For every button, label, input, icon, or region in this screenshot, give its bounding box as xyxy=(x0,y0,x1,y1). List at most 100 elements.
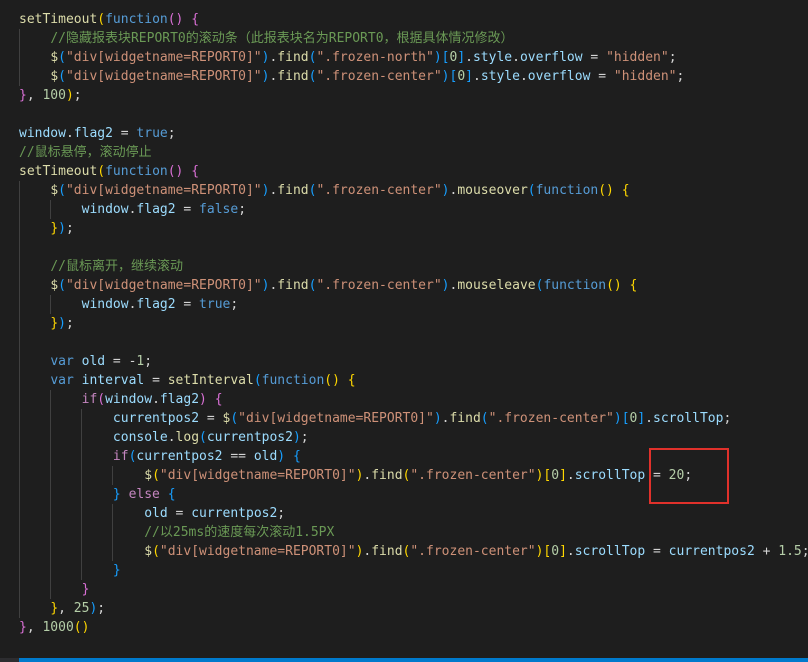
code-token: "div[widgetname=REPORT0]" xyxy=(65,183,262,198)
status-bar-strip xyxy=(19,658,808,662)
code-line[interactable]: window.flag2 = false; xyxy=(19,200,246,219)
code-token: find xyxy=(277,278,309,293)
code-line[interactable]: $("div[widgetname=REPORT0]").find(".froz… xyxy=(19,466,692,485)
code-line[interactable]: //鼠标离开，继续滚动 xyxy=(19,257,183,276)
code-token: ] xyxy=(559,544,567,559)
code-token: = xyxy=(199,411,223,426)
code-token: style xyxy=(480,69,520,84)
code-token: ] xyxy=(637,411,646,426)
code-token: currentpos2 xyxy=(112,411,200,426)
code-line[interactable]: //鼠标悬停，滚动停止 xyxy=(19,143,152,162)
code-token: window xyxy=(105,392,153,407)
code-token: ( xyxy=(58,183,66,198)
code-token: ( xyxy=(97,12,106,27)
code-token: window xyxy=(81,297,129,312)
code-line[interactable]: }, 1000() xyxy=(19,618,89,637)
code-token: flag2 xyxy=(136,202,176,217)
code-line[interactable]: window.flag2 = true; xyxy=(19,295,239,314)
code-line[interactable]: }, 100); xyxy=(19,86,82,105)
code-token: ; xyxy=(238,202,247,217)
code-line[interactable]: } else { xyxy=(19,485,176,504)
code-line[interactable]: currentpos2 = $("div[widgetname=REPORT0]… xyxy=(19,409,731,428)
code-line[interactable]: } xyxy=(19,580,90,599)
code-token: () xyxy=(324,373,340,388)
code-line[interactable]: var old = -1; xyxy=(19,352,152,371)
code-token: scrollTop xyxy=(574,544,646,559)
code-token: { xyxy=(347,373,356,388)
code-token: , xyxy=(26,88,43,103)
status-bar-left xyxy=(0,658,19,662)
code-token: true xyxy=(136,126,168,141)
code-token: old xyxy=(81,354,106,369)
code-line[interactable]: old = currentpos2; xyxy=(19,504,285,523)
code-line[interactable]: $("div[widgetname=REPORT0]").find(".froz… xyxy=(19,48,676,67)
code-token: "div[widgetname=REPORT0]" xyxy=(65,278,262,293)
code-token: function xyxy=(105,12,168,27)
code-token: { xyxy=(191,12,200,27)
code-line[interactable]: var interval = setInterval(function() { xyxy=(19,371,356,390)
code-editor[interactable]: setTimeout(function() { //隐藏报表块REPORT0的滚… xyxy=(0,0,808,646)
code-line[interactable]: $("div[widgetname=REPORT0]").find(".froz… xyxy=(19,276,637,295)
code-token: = xyxy=(590,69,614,84)
code-token: ; xyxy=(97,601,106,616)
code-token: var xyxy=(50,354,74,369)
code-line[interactable]: //隐藏报表块REPORT0的滚动条（此报表块名为REPORT0，根据具体情况修… xyxy=(19,29,513,48)
code-line[interactable]: window.flag2 = true; xyxy=(19,124,176,143)
code-token: scrollTop xyxy=(574,468,646,483)
code-token: 1000 xyxy=(42,620,74,635)
status-bar xyxy=(0,646,808,662)
code-token: find xyxy=(371,544,403,559)
code-token: $ xyxy=(50,278,59,293)
code-token: = xyxy=(645,544,669,559)
code-token: "div[widgetname=REPORT0]" xyxy=(159,544,356,559)
code-token: . xyxy=(519,69,528,84)
code-token: style xyxy=(472,50,513,65)
code-line[interactable]: } xyxy=(19,561,121,580)
code-line[interactable]: }); xyxy=(19,314,73,333)
code-line[interactable]: if(window.flag2) { xyxy=(19,390,223,409)
code-token: = xyxy=(175,297,200,312)
code-token: . xyxy=(65,126,74,141)
code-line[interactable]: setTimeout(function() { xyxy=(19,10,199,29)
annotation-highlight-box xyxy=(649,448,729,504)
code-token: ] xyxy=(465,69,473,84)
code-line[interactable]: }); xyxy=(19,219,73,238)
code-token: { xyxy=(629,278,638,293)
code-token: "div[widgetname=REPORT0]" xyxy=(65,69,262,84)
code-token: find xyxy=(277,183,309,198)
code-line[interactable]: $("div[widgetname=REPORT0]").find(".froz… xyxy=(19,542,808,561)
code-line[interactable]: setTimeout(function() { xyxy=(19,162,199,181)
code-token: ( xyxy=(230,411,239,426)
code-token: } xyxy=(50,221,59,236)
code-line[interactable]: $("div[widgetname=REPORT0]").find(".froz… xyxy=(19,67,684,86)
code-line[interactable]: if(currentpos2 == old) { xyxy=(19,447,301,466)
code-line[interactable]: console.log(currentpos2); xyxy=(19,428,309,447)
code-line[interactable]: }, 25); xyxy=(19,599,105,618)
code-token: () xyxy=(167,12,184,27)
code-token: "div[widgetname=REPORT0]" xyxy=(238,411,434,426)
code-token: $ xyxy=(144,544,153,559)
code-token: } xyxy=(19,620,27,635)
code-token: = xyxy=(144,373,168,388)
code-line[interactable]: //以25ms的速度每次滚动1.5PX xyxy=(19,523,334,542)
code-token: ".frozen-center" xyxy=(316,278,442,293)
code-token: flag2 xyxy=(159,392,200,407)
code-token: . xyxy=(566,468,575,483)
code-line[interactable]: $("div[widgetname=REPORT0]").find(".froz… xyxy=(19,181,629,200)
